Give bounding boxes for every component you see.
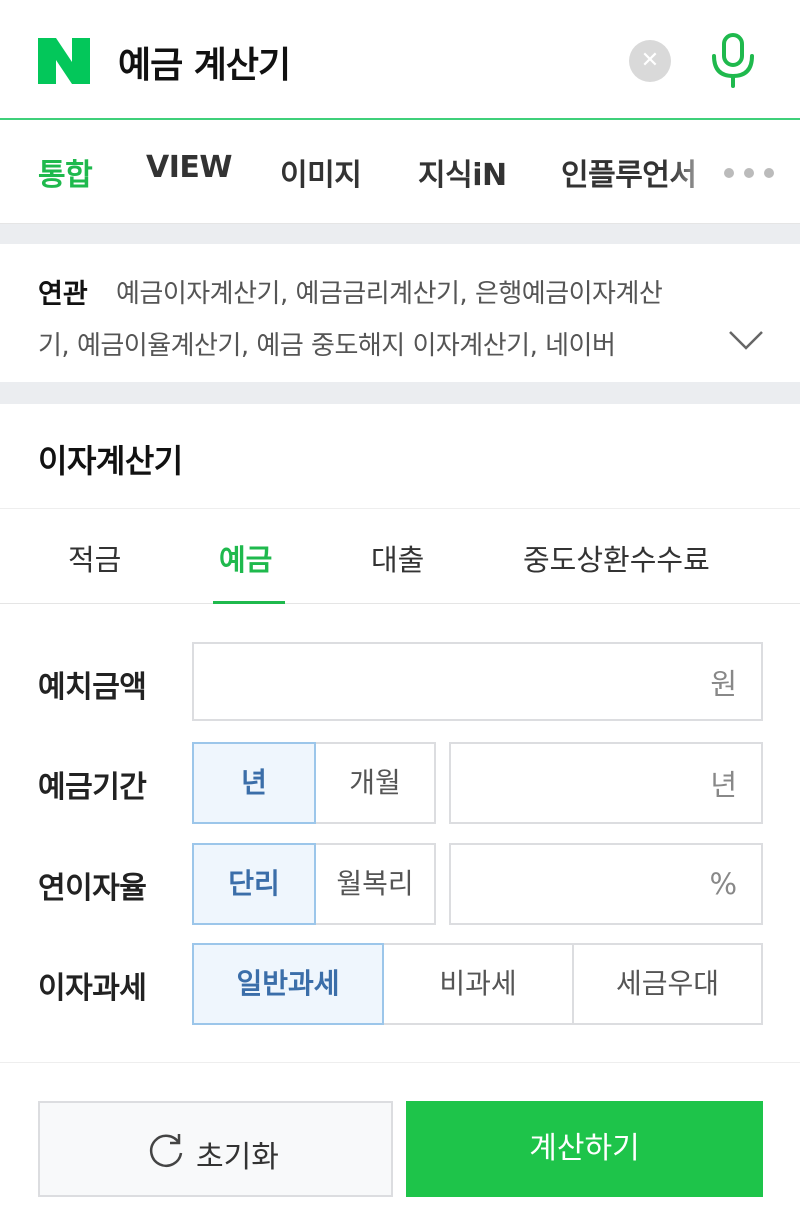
- refresh-icon: [149, 1134, 183, 1167]
- deposit-amount-label: 예치금액: [38, 670, 147, 705]
- period-unit: 년: [710, 768, 737, 802]
- calculate-button[interactable]: 계산하기: [406, 1101, 763, 1197]
- naver-logo[interactable]: [38, 38, 90, 84]
- tax-exempt-toggle[interactable]: 비과세: [382, 943, 574, 1025]
- period-input[interactable]: 년: [449, 742, 763, 824]
- more-icon[interactable]: [722, 166, 776, 180]
- reset-label: 초기화: [196, 1140, 279, 1175]
- calculator-tabs: 적금 예금 대출 중도상환수수료: [0, 508, 800, 604]
- monthly-compound-toggle[interactable]: 월복리: [314, 843, 436, 925]
- deposit-amount-unit: 원: [710, 666, 737, 701]
- deposit-period-label: 예금기간: [38, 770, 147, 805]
- search-bar: 예금 계산기 ✕: [0, 0, 800, 120]
- related-keywords-line1[interactable]: 예금이자계산기, 예금금리계산기, 은행예금이자계산: [116, 273, 663, 310]
- deposit-amount-input[interactable]: 원: [192, 642, 763, 721]
- tab-integrated[interactable]: 통합: [38, 150, 93, 194]
- mic-icon[interactable]: [708, 32, 758, 88]
- interest-rate-input[interactable]: %: [449, 843, 763, 925]
- tab-knowledge-in[interactable]: 지식iN: [418, 150, 507, 194]
- tab-images[interactable]: 이미지: [280, 150, 362, 194]
- interest-tax-label: 이자과세: [38, 971, 147, 1006]
- period-months-toggle[interactable]: 개월: [314, 742, 436, 824]
- tab-loan[interactable]: 대출: [371, 537, 424, 579]
- chevron-down-icon[interactable]: [728, 322, 764, 358]
- related-searches: 연관 예금이자계산기, 예금금리계산기, 은행예금이자계산 기, 예금이율계산기…: [0, 244, 800, 382]
- reset-button[interactable]: 초기화: [38, 1101, 393, 1197]
- tab-view[interactable]: VIEW: [146, 150, 232, 185]
- search-tabs: 통합 VIEW 이미지 지식iN 인플루언서: [0, 122, 800, 224]
- tax-general-toggle[interactable]: 일반과세: [192, 943, 384, 1025]
- calculator-title: 이자계산기: [38, 442, 183, 480]
- interest-rate-unit: %: [709, 867, 737, 901]
- period-years-toggle[interactable]: 년: [192, 742, 316, 824]
- related-label: 연관: [38, 279, 88, 310]
- related-keywords-line2[interactable]: 기, 예금이율계산기, 예금 중도해지 이자계산기, 네이버: [38, 325, 708, 362]
- interest-rate-label: 연이자율: [38, 871, 147, 906]
- search-query[interactable]: 예금 계산기: [118, 36, 291, 88]
- clear-icon[interactable]: ✕: [629, 40, 671, 82]
- tax-preferential-toggle[interactable]: 세금우대: [572, 943, 763, 1025]
- tab-installment-savings[interactable]: 적금: [68, 537, 121, 579]
- tab-prepayment-fee[interactable]: 중도상환수수료: [523, 537, 710, 579]
- tab-deposit[interactable]: 예금: [219, 537, 272, 579]
- active-tab-indicator: [213, 601, 285, 604]
- simple-interest-toggle[interactable]: 단리: [192, 843, 316, 925]
